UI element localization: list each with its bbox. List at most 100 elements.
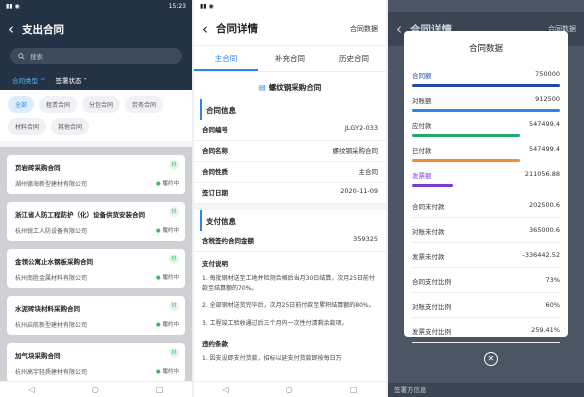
stat-label: 发票支付比例 bbox=[412, 328, 451, 336]
tab-main-contract[interactable]: 主合同 bbox=[194, 46, 258, 71]
document-icon: ▤ bbox=[258, 83, 266, 92]
card-company: 杭州高宇轻质建材有限公司 bbox=[15, 369, 88, 376]
list-item[interactable]: 页岩砖采购合同 湖州德海新型建材有限公司 材 ● 履约中 bbox=[7, 155, 185, 194]
list-item[interactable]: 水泥砖块材料采购合同 杭州启航新型建材有限公司 材 ● 履约中 bbox=[7, 296, 185, 335]
stat-value: 259.41% bbox=[531, 326, 560, 334]
signal-icon: ▮▮ ◉ bbox=[6, 2, 20, 10]
amount-label: 发票额 bbox=[412, 172, 432, 180]
amount-bar bbox=[412, 84, 560, 87]
amount-bars: 合同额 750000 对账额 912500 应付款 547499.4 已付款 547499.4… bbox=[412, 64, 560, 187]
tab-supplementary[interactable]: 补充合同 bbox=[258, 46, 322, 71]
amount-bar bbox=[412, 109, 560, 112]
system-nav-bar: ◁ ○ □ bbox=[194, 381, 386, 397]
list-item[interactable]: 浙江省人防工程防护（化）设备供货安装合同 杭州锐工人防设备有限公司 材 ● 履约… bbox=[7, 202, 185, 241]
breach-clause-label: 违约条款 bbox=[202, 340, 228, 349]
card-company: 湖州德海新型建材有限公司 bbox=[15, 181, 88, 188]
contract-data-modal-screen: ‹ 合同详情 合同数据 合同数据 合同额 750000 对账额 912500 应付款 54… bbox=[388, 0, 584, 397]
payment-desc-label: 支付说明 bbox=[202, 260, 228, 268]
filter-sign-status[interactable]: 签署状态 ˅ bbox=[56, 75, 87, 85]
page-title: 合同详情 bbox=[216, 23, 258, 35]
stats-list: 合同未付款 202500.6 对账未付款 365000.6 发票未付款 -336442.5… bbox=[412, 193, 560, 343]
card-company: 杭州启航新型建材有限公司 bbox=[15, 322, 88, 329]
back-icon[interactable]: ‹ bbox=[194, 20, 216, 38]
stat-label: 对账支付比例 bbox=[412, 303, 451, 311]
amount-value: 750000 bbox=[535, 70, 560, 78]
payment-term: 1. 每批钢材送至工地并检测合格后当月30日结算，次月25日前付款至结算额的70… bbox=[202, 275, 375, 292]
page-title: 支出合同 bbox=[22, 23, 64, 36]
amount-value: 912500 bbox=[535, 95, 560, 103]
material-tag: 材 bbox=[169, 207, 179, 217]
stat-row: 发票未付款 -336442.52 bbox=[412, 243, 560, 268]
nav-back-icon[interactable]: ◁ bbox=[223, 385, 229, 394]
card-company: 杭州锐工人防设备有限公司 bbox=[15, 228, 88, 235]
nav-home-icon[interactable]: ○ bbox=[92, 385, 99, 394]
chip-lease[interactable]: 租赁合同 bbox=[39, 96, 78, 113]
nav-bar: ‹ 支出合同 bbox=[0, 12, 192, 46]
stat-label: 发票未付款 bbox=[412, 253, 445, 261]
stat-row: 合同未付款 202500.6 bbox=[412, 193, 560, 218]
nav-recent-icon[interactable]: □ bbox=[156, 385, 164, 394]
breach-term: 1. 因支设即支付货款，招标以延支付货款即按每日万 bbox=[202, 355, 342, 363]
status-badge: ● 履约中 bbox=[155, 181, 179, 187]
stat-value: 60% bbox=[545, 301, 560, 309]
search-icon bbox=[18, 52, 25, 60]
list-item[interactable]: 金领公寓止水钢板采购合同 杭州南胜金属材料有限公司 材 ● 履约中 bbox=[7, 249, 185, 288]
amount-label: 对账额 bbox=[412, 97, 432, 105]
search-placeholder: 搜索 bbox=[30, 53, 43, 61]
contract-data-modal: 合同数据 合同额 750000 对账额 912500 应付款 547499.4 已付款 547… bbox=[404, 31, 568, 343]
amount-row: 已付款 547499.4 bbox=[412, 139, 560, 155]
chip-labor[interactable]: 劳务合同 bbox=[125, 96, 164, 113]
material-tag: 材 bbox=[169, 254, 179, 264]
type-chips: 全部 租赁合同 分包合同 劳务合同 材料合同 其他合同 bbox=[0, 90, 192, 141]
chip-subcontract[interactable]: 分包合同 bbox=[82, 96, 121, 113]
modal-title: 合同数据 bbox=[468, 44, 503, 54]
status-bar: ▮▮ ◉ bbox=[194, 0, 386, 12]
signer-info-label: 签署方信息 bbox=[388, 383, 584, 397]
card-title: 浙江省人防工程防护（化）设备供货安装合同 bbox=[15, 211, 145, 219]
nav-bar: ‹ 合同详情 合同数据 bbox=[194, 12, 386, 46]
tab-history[interactable]: 历史合同 bbox=[322, 46, 386, 71]
contract-title: ▤ 螺纹钢采购合同 bbox=[258, 83, 322, 92]
card-title: 页岩砖采购合同 bbox=[15, 164, 61, 172]
nav-back-icon[interactable]: ◁ bbox=[29, 385, 35, 394]
close-button[interactable]: ✕ bbox=[484, 352, 498, 366]
nav-recent-icon[interactable]: □ bbox=[350, 385, 358, 394]
amount-label: 已付款 bbox=[412, 147, 432, 155]
amount-row: 含税签约合同金额 359325 bbox=[194, 231, 386, 252]
list-item[interactable]: 加气块采购合同 杭州高宇轻质建材有限公司 材 ● 履约中 bbox=[7, 343, 185, 381]
filter-contract-type[interactable]: 合同类型 ^ bbox=[12, 75, 46, 85]
status-badge: ● 履约中 bbox=[155, 322, 179, 328]
contract-list: 页岩砖采购合同 湖州德海新型建材有限公司 材 ● 履约中 浙江省人防工程防护（化… bbox=[0, 147, 192, 381]
search-area: 搜索 bbox=[0, 46, 192, 70]
chip-all[interactable]: 全部 bbox=[8, 96, 35, 113]
amount-row: 应付款 547499.4 bbox=[412, 114, 560, 130]
nav-home-icon[interactable]: ○ bbox=[286, 385, 293, 394]
search-input[interactable]: 搜索 bbox=[10, 48, 182, 64]
back-icon[interactable]: ‹ bbox=[0, 20, 22, 38]
amount-bar bbox=[412, 159, 521, 162]
amount-label: 应付款 bbox=[412, 122, 432, 130]
chip-other[interactable]: 其他合同 bbox=[51, 118, 90, 135]
contract-list-screen: ▮▮ ◉ 15:23 ‹ 支出合同 搜索 合同类型 ^ 签署状态 ˅ 全部 租赁… bbox=[0, 0, 192, 397]
stat-value: 202500.6 bbox=[528, 201, 560, 209]
field-row: 合同性质 主合同 bbox=[194, 162, 386, 183]
contract-data-link[interactable]: 合同数据 bbox=[350, 24, 378, 34]
amount-label: 合同额 bbox=[412, 72, 432, 80]
status-badge: ● 履约中 bbox=[155, 275, 179, 281]
card-title: 加气块采购合同 bbox=[15, 352, 61, 360]
contract-tabs: 主合同 补充合同 历史合同 bbox=[194, 46, 386, 72]
field-row: 合同编号 JLGY2-033 bbox=[194, 120, 386, 141]
amount-bar bbox=[412, 184, 454, 187]
material-tag: 材 bbox=[169, 301, 179, 311]
stat-row: 合同支付比例 73% bbox=[412, 268, 560, 293]
chip-material[interactable]: 材料合同 bbox=[8, 118, 47, 135]
payment-term: 3. 工程竣工验收通过后三个月内一次性付清剩余款项。 bbox=[202, 319, 348, 327]
amount-row: 对账额 912500 bbox=[412, 89, 560, 105]
section-payment-info: 支付信息 bbox=[200, 210, 386, 231]
stat-label: 合同未付款 bbox=[412, 203, 445, 211]
material-tag: 材 bbox=[169, 348, 179, 358]
section-contract-info: 合同信息 bbox=[200, 99, 386, 120]
field-row: 签订日期 2020-11-09 bbox=[194, 183, 386, 204]
stat-label: 合同支付比例 bbox=[412, 278, 451, 286]
amount-bar bbox=[412, 134, 521, 137]
